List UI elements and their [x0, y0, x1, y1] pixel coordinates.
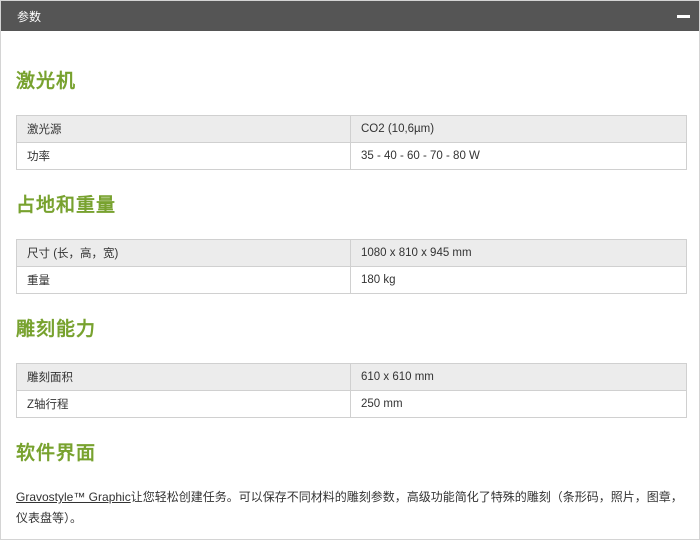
software-link[interactable]: Gravostyle™ Graphic [16, 490, 131, 504]
section-title-engraving: 雕刻能力 [16, 318, 97, 340]
spec-table-laser: 激光源 CO2 (10,6µm) 功率 35 - 40 - 60 - 70 - … [16, 115, 687, 170]
spec-value: 180 kg [350, 266, 687, 294]
spec-key: 尺寸 (长，高，宽) [16, 239, 351, 267]
table-row: 雕刻面积 610 x 610 mm [16, 363, 687, 391]
section-title-laser: 激光机 [16, 70, 77, 92]
spec-key: 重量 [16, 266, 351, 294]
table-row: Z轴行程 250 mm [16, 390, 687, 418]
spec-key: Z轴行程 [16, 390, 351, 418]
spec-value: 1080 x 810 x 945 mm [350, 239, 687, 267]
table-row: 功率 35 - 40 - 60 - 70 - 80 W [16, 142, 687, 170]
table-row: 尺寸 (长，高，宽) 1080 x 810 x 945 mm [16, 239, 687, 267]
panel-content: 激光机 激光源 CO2 (10,6µm) 功率 35 - 40 - 60 - 7… [1, 69, 699, 529]
panel-title: 参数 [17, 9, 42, 24]
table-row: 激光源 CO2 (10,6µm) [16, 115, 687, 143]
spec-value: 35 - 40 - 60 - 70 - 80 W [350, 142, 687, 170]
spec-value: 610 x 610 mm [350, 363, 687, 391]
spec-table-footprint: 尺寸 (长，高，宽) 1080 x 810 x 945 mm 重量 180 kg [16, 239, 687, 294]
spec-key: 功率 [16, 142, 351, 170]
panel-header[interactable]: 参数 [1, 1, 699, 31]
spec-key: 雕刻面积 [16, 363, 351, 391]
spec-value: 250 mm [350, 390, 687, 418]
table-row: 重量 180 kg [16, 266, 687, 294]
collapse-icon[interactable] [677, 14, 690, 18]
spec-value: CO2 (10,6µm) [350, 115, 687, 143]
spec-table-engraving: 雕刻面积 610 x 610 mm Z轴行程 250 mm [16, 363, 687, 418]
software-description: Gravostyle™ Graphic让您轻松创建任务。可以保存不同材料的雕刻参… [16, 487, 687, 529]
parameters-panel: 参数 激光机 激光源 CO2 (10,6µm) 功率 35 - 40 - 60 … [0, 0, 700, 540]
spec-key: 激光源 [16, 115, 351, 143]
section-title-software: 软件界面 [16, 442, 97, 464]
section-title-footprint: 占地和重量 [16, 194, 117, 216]
